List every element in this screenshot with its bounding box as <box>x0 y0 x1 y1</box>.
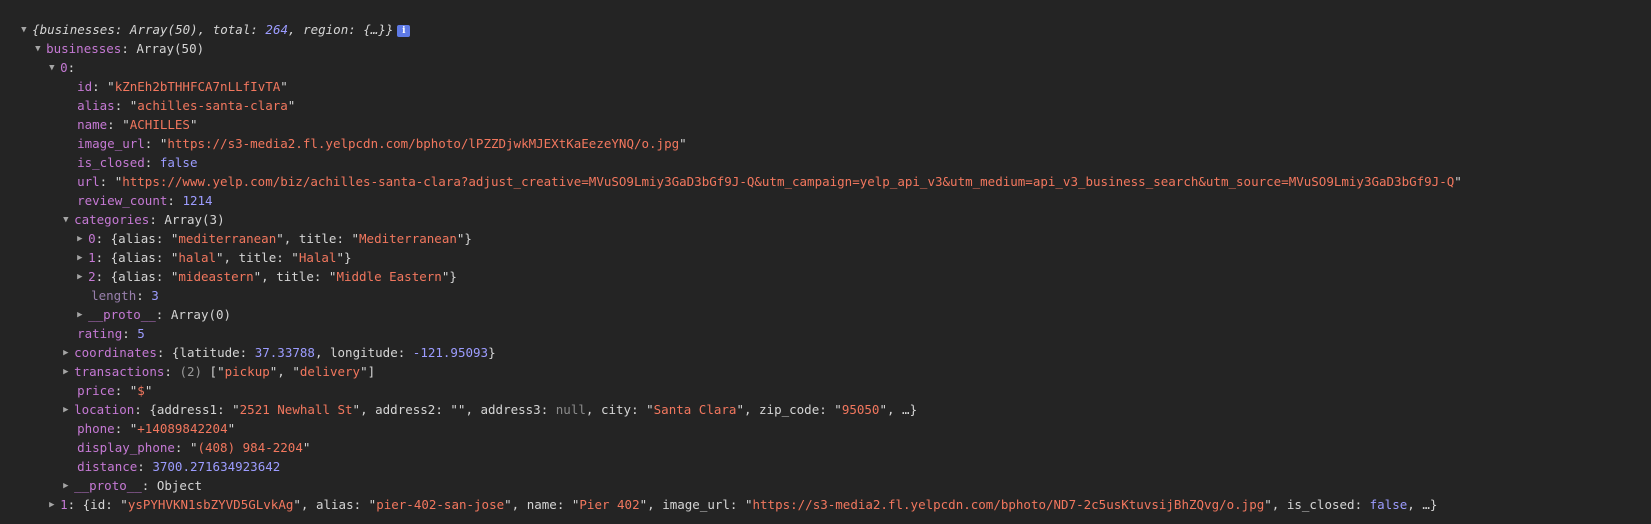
root-object-row[interactable]: ▼ {businesses: Array(50), total: 264, reg… <box>6 0 411 37</box>
category-row[interactable]: ▶ 1: {alias: "halal", title: "Halal"} <box>62 228 351 265</box>
categories-length: length: 3 <box>91 288 159 303</box>
expand-triangle-down-icon[interactable]: ▼ <box>49 58 60 78</box>
prop-name: name: "ACHILLES" <box>77 117 198 132</box>
businesses-row[interactable]: ▼ businesses: Array(50) <box>20 19 204 56</box>
prop-alias: alias: "achilles-santa-clara" <box>77 98 296 113</box>
prop-rating: rating: 5 <box>77 326 145 341</box>
prop-location[interactable]: ▶ location: {address1: "2521 Newhall St",… <box>48 380 917 417</box>
prop-url[interactable]: url: "https://www.yelp.com/biz/achilles-… <box>62 152 1462 189</box>
item-1-row[interactable]: ▶ 1: {id: "ysPYHVKN1sbZYVD5GLvkAg", alias… <box>34 475 1437 512</box>
category-row[interactable]: ▶ 0: {alias: "mediterranean", title: "Med… <box>62 209 472 246</box>
prop-display-phone: display_phone: "(408) 984-2204" <box>77 440 311 455</box>
prop-phone: phone: "+14089842204" <box>77 421 236 436</box>
prop-categories[interactable]: ▼ categories: Array(3) <box>48 190 225 227</box>
prop-coordinates[interactable]: ▶ coordinates: {latitude: 37.33788, longi… <box>48 323 496 360</box>
prop-review-count: review_count: 1214 <box>77 193 213 208</box>
prop-id: id: "kZnEh2bTHHFCA7nLLfIvTA" <box>77 79 288 94</box>
item-0-row[interactable]: ▼ 0: <box>34 38 75 75</box>
url-link[interactable]: https://www.yelp.com/biz/achilles-santa-… <box>122 174 1454 189</box>
expand-triangle-right-icon[interactable]: ▶ <box>49 495 60 515</box>
category-row[interactable]: ▶ 2: {alias: "mideastern", title: "Middle… <box>62 247 457 284</box>
image-url-link[interactable]: https://s3-media2.fl.yelpcdn.com/bphoto/… <box>167 136 679 151</box>
prop-price: price: "$" <box>77 383 153 398</box>
prop-image-url[interactable]: image_url: "https://s3-media2.fl.yelpcdn… <box>62 114 687 151</box>
prop-is-closed: is_closed: false <box>77 155 198 170</box>
businesses-type: Array(50) <box>136 41 205 56</box>
info-icon[interactable]: i <box>397 24 411 37</box>
item-proto[interactable]: ▶ __proto__: Object <box>48 456 202 493</box>
categories-proto[interactable]: ▶ __proto__: Array(0) <box>62 285 231 322</box>
prop-transactions[interactable]: ▶ transactions: (2) ["pickup", "delivery"… <box>48 342 375 379</box>
prop-distance: distance: 3700.271634923642 <box>77 459 281 474</box>
